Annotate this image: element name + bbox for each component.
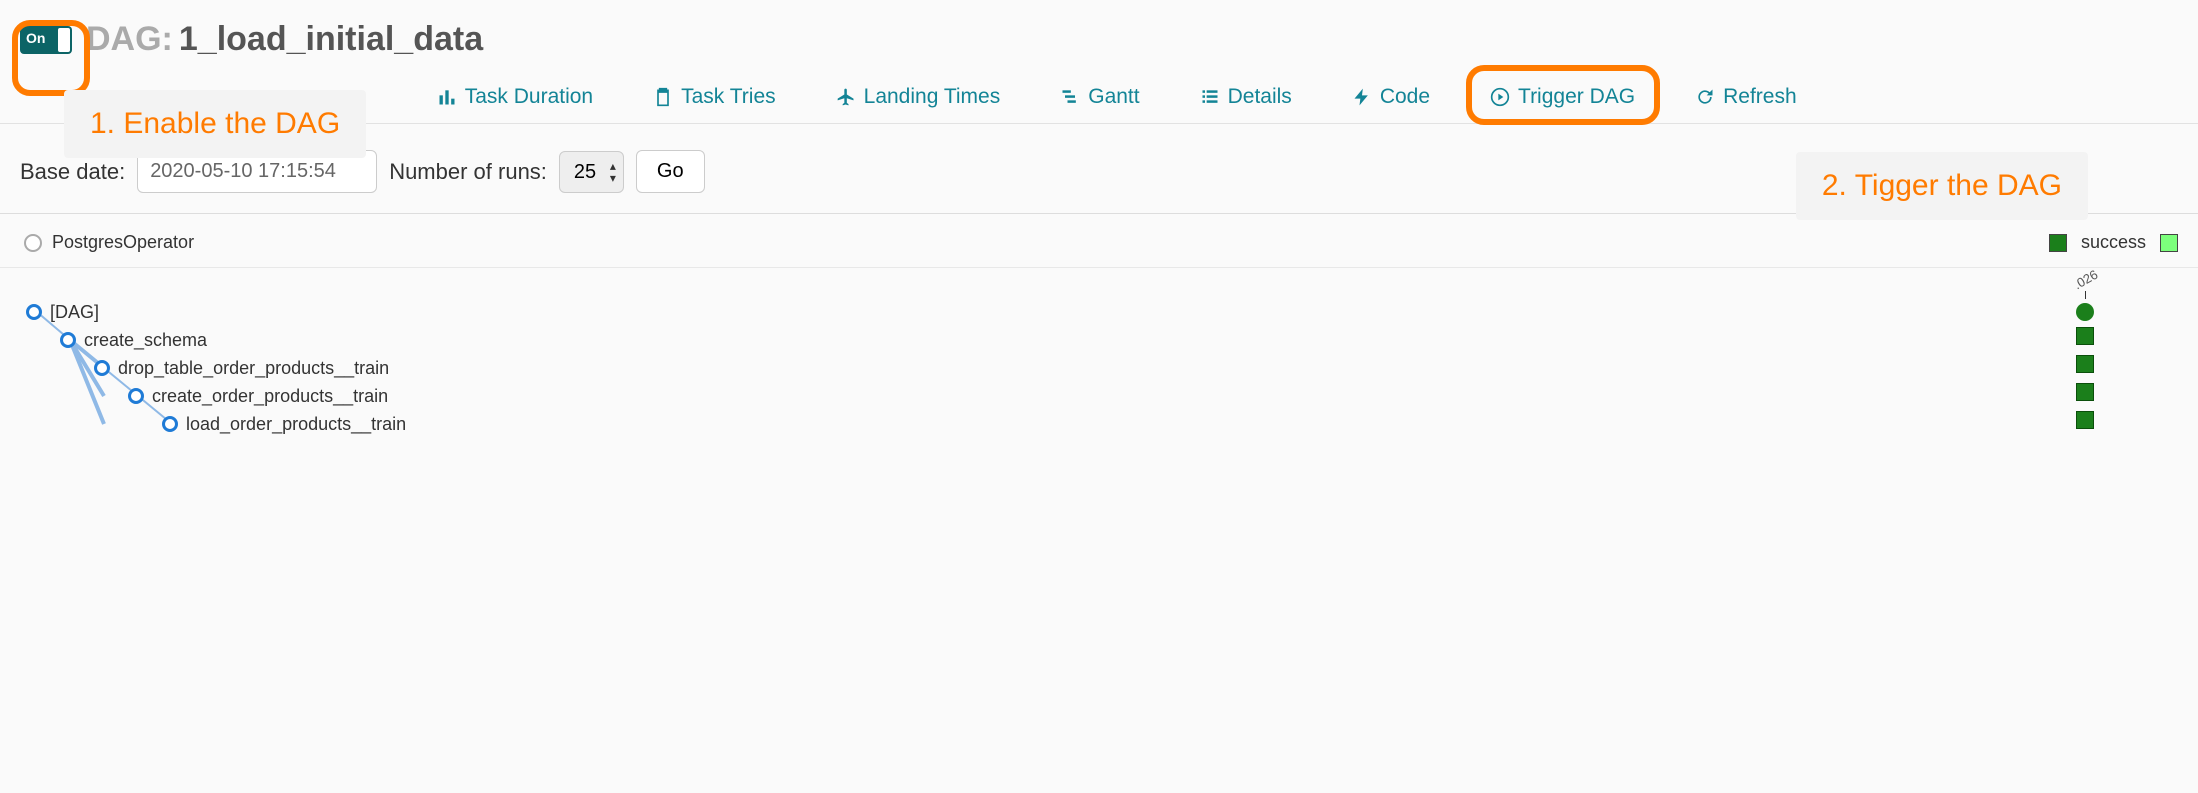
- num-runs-select[interactable]: 25: [559, 151, 624, 193]
- play-circle-icon: [1490, 87, 1510, 107]
- tab-label: Gantt: [1088, 85, 1139, 109]
- task-status-square-icon[interactable]: [2076, 383, 2094, 401]
- annotation-enable: 1. Enable the DAG: [64, 90, 366, 158]
- tab-label: Code: [1380, 85, 1430, 109]
- tab-landing-times[interactable]: Landing Times: [826, 73, 1011, 121]
- clipboard-icon: [653, 87, 673, 107]
- tree-node-root[interactable]: [DAG]: [26, 298, 99, 326]
- toggle-label: On: [26, 30, 45, 46]
- toggle-knob: [58, 28, 70, 52]
- node-label: [DAG]: [50, 302, 99, 323]
- tree-node[interactable]: load_order_products__train: [162, 410, 406, 438]
- tab-label: Details: [1228, 85, 1292, 109]
- bar-chart-icon: [437, 87, 457, 107]
- tab-refresh[interactable]: Refresh: [1685, 73, 1807, 121]
- operator-swatch-icon: [24, 234, 42, 252]
- run-time-label: .026: [2071, 267, 2100, 293]
- node-label: create_schema: [84, 330, 207, 351]
- tab-task-duration[interactable]: Task Duration: [427, 73, 603, 121]
- node-circle-icon: [60, 332, 76, 348]
- node-circle-icon: [94, 360, 110, 376]
- run-status-column: .026: [2073, 268, 2098, 439]
- tree-node[interactable]: create_schema: [60, 326, 207, 354]
- dag-title-name: 1_load_initial_data: [179, 20, 483, 59]
- tick-icon: [2085, 291, 2086, 299]
- tab-label: Trigger DAG: [1518, 85, 1635, 109]
- success-swatch-icon: [2049, 234, 2067, 252]
- node-circle-icon: [162, 416, 178, 432]
- tab-details[interactable]: Details: [1190, 73, 1302, 121]
- task-status-square-icon[interactable]: [2076, 327, 2094, 345]
- tab-label: Landing Times: [864, 85, 1001, 109]
- tree-node[interactable]: create_order_products__train: [128, 382, 388, 410]
- tab-label: Refresh: [1723, 85, 1797, 109]
- node-label: drop_table_order_products__train: [118, 358, 389, 379]
- plane-icon: [836, 87, 856, 107]
- legend-row: PostgresOperator success: [0, 214, 2198, 268]
- running-swatch-icon: [2160, 234, 2178, 252]
- task-status-square-icon[interactable]: [2076, 355, 2094, 373]
- refresh-icon: [1695, 87, 1715, 107]
- tab-label: Task Tries: [681, 85, 776, 109]
- success-label: success: [2081, 232, 2146, 253]
- tab-task-tries[interactable]: Task Tries: [643, 73, 786, 121]
- node-label: create_order_products__train: [152, 386, 388, 407]
- dag-toggle[interactable]: On: [20, 26, 72, 54]
- task-status-square-icon[interactable]: [2076, 411, 2094, 429]
- tab-gantt[interactable]: Gantt: [1050, 73, 1149, 121]
- operator-label: PostgresOperator: [52, 232, 194, 253]
- run-status-circle-icon[interactable]: [2076, 303, 2094, 321]
- node-circle-icon: [128, 388, 144, 404]
- gantt-icon: [1060, 87, 1080, 107]
- node-circle-icon: [26, 304, 42, 320]
- lightning-icon: [1352, 87, 1372, 107]
- tab-code[interactable]: Code: [1342, 73, 1440, 121]
- tab-trigger-dag[interactable]: Trigger DAG: [1480, 73, 1645, 121]
- list-icon: [1200, 87, 1220, 107]
- node-label: load_order_products__train: [186, 414, 406, 435]
- tab-label: Task Duration: [465, 85, 593, 109]
- base-date-label: Base date:: [20, 159, 125, 185]
- dag-title-prefix: DAG:: [86, 20, 173, 59]
- annotation-trigger: 2. Tigger the DAG: [1796, 152, 2088, 220]
- go-button[interactable]: Go: [636, 150, 705, 193]
- tree-node[interactable]: drop_table_order_products__train: [94, 354, 389, 382]
- num-runs-label: Number of runs:: [389, 159, 547, 185]
- page-header: On DAG: 1_load_initial_data: [0, 0, 2198, 71]
- tree-view-area: [DAG] create_schema drop_table_order_pro…: [0, 268, 2198, 488]
